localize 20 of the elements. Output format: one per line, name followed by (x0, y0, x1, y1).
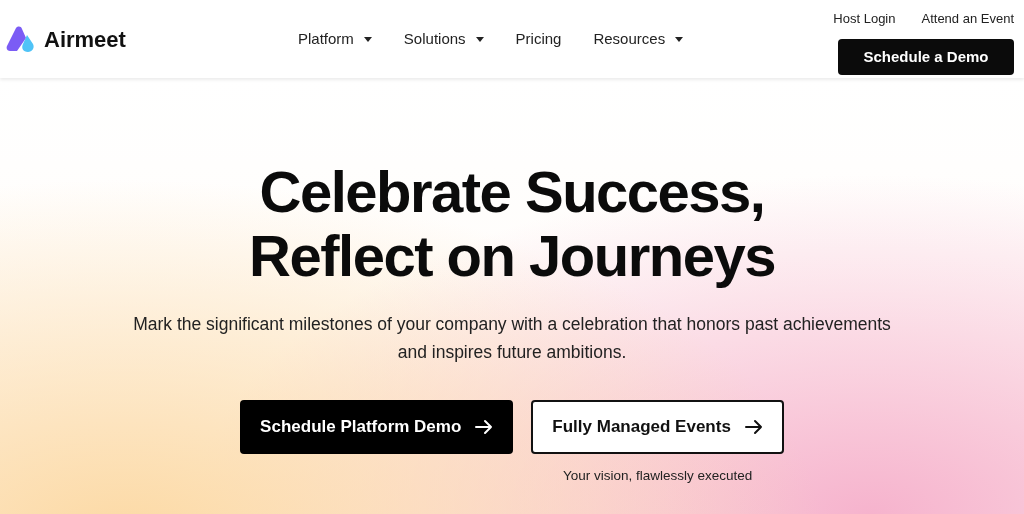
top-link[interactable]: Attend an Event (921, 9, 1014, 29)
nav-link[interactable]: Resources (593, 27, 684, 51)
caret-down-icon (475, 36, 484, 42)
hero-title-line: Reflect on Journeys (249, 224, 775, 288)
button-caption: Your vision, flawlessly executed (562, 467, 753, 485)
managed-events-button[interactable]: Fully Managed Events (531, 400, 784, 454)
hero-title-line: Celebrate Success, (259, 160, 765, 224)
caret-down-icon (363, 36, 372, 42)
arrow-right-icon (744, 419, 763, 435)
platform-demo-button[interactable]: Schedule Platform Demo (240, 400, 514, 454)
nav-link[interactable]: Pricing (515, 27, 562, 51)
schedule-demo-button[interactable]: Schedule a Demo (838, 38, 1014, 75)
nav-link[interactable]: Solutions (403, 27, 484, 51)
arrow-right-icon (475, 419, 494, 435)
brand-name: Airmeet (44, 25, 126, 54)
nav-link[interactable]: Platform (298, 27, 372, 51)
caret-down-icon (675, 36, 684, 42)
logo-icon (6, 26, 36, 52)
hero-subtitle: Mark the significant milestones of your company with a celebration that honors past achievements and inspires future ambitions. (132, 313, 892, 364)
top-link[interactable]: Host Login (833, 9, 896, 29)
